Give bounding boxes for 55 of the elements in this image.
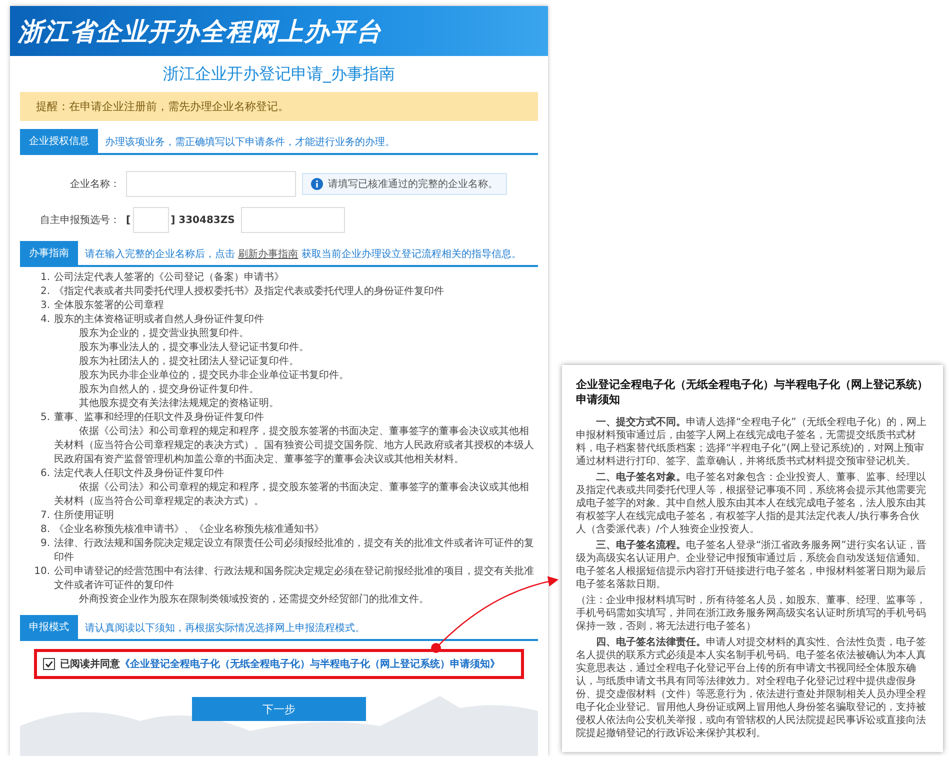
document-paragraph: 一、提交方式不同。申请人选择“全程电子化”（无纸全程电子化）的，网上申报材料预审通过后，由签字人网上在线完成电子签名，无需提交纸质书式材料，电子档案替代纸质档案；选择“半程电子化”(网上登记系统)的，对网上预审通过材料进行打印、签字、盖章确认，并将纸质书式材料提交预审登记机关。: [576, 416, 928, 468]
input-field[interactable]: [126, 171, 296, 197]
item-number: 8.: [39, 523, 50, 537]
item-text: 法定代表人任职文件及身份证件复印件: [54, 467, 225, 481]
checkbox[interactable]: [43, 658, 55, 670]
item-text: 公司法定代表人签署的《公司登记（备案）申请书》: [54, 271, 285, 285]
item-note: 其他股东提交有关法律法规规定的资格证明。: [78, 397, 280, 411]
item-number: 9.: [39, 537, 50, 551]
item-note: 依据《公司法》和公司章程的规定和程序，提交股东签署的书面决定、董事签字的董事会决议或其他相关材料（应当符合公司章程规定的表决方式）。: [54, 481, 530, 509]
item-text: 《指定代表或者共同委托代理人授权委托书》及指定代表或委托代理人的身份证件复印件: [54, 285, 445, 299]
notice-banner: 提醒：在申请企业注册前，需先办理企业名称登记。: [20, 92, 538, 121]
item-note: 股东为企业的，提交营业执照复印件。: [78, 327, 250, 341]
item-number: 5.: [39, 411, 50, 425]
field-label: 自主申报预选号：: [39, 214, 120, 227]
next-button[interactable]: 下一步: [192, 697, 366, 721]
item-note: 股东为民办非企业单位的，提交民办非企业单位证书复印件。: [78, 369, 350, 383]
bracket-text: [: [126, 214, 131, 226]
input-field[interactable]: [240, 207, 345, 233]
item-note: 股东为事业法人的，提交事业法人登记证书复印件。: [78, 341, 310, 355]
item-number: 10.: [34, 565, 50, 579]
agreement-link[interactable]: 《企业登记全程电子化（无纸全程电子化）与半程电子化（网上登记系统）申请须知》: [120, 659, 500, 670]
item-text: 法律、行政法规和国务院决定规定设立有限责任公司必须报经批准的，提交有关的批准文件或者许可证件的复印件: [54, 537, 535, 565]
page-title: 浙江企业开办登记申请_办事指南: [162, 63, 396, 85]
document-title: 企业登记全程电子化（无纸全程电子化）与半程电子化（网上登记系统）申请须知: [576, 377, 929, 407]
item-number: 1.: [39, 271, 50, 285]
section-hint: 请在输入完整的企业名称后，点击 刷新办事指南 获取当前企业办理设立登记流程相关的指导信息。: [84, 248, 522, 262]
section-hint: 请认真阅读以下须知，再根据实际情况选择网上申报流程模式。: [84, 622, 365, 636]
info-icon: [311, 178, 323, 190]
item-text: 全体股东签署的公司章程: [54, 299, 165, 313]
document-paragraph: （注：企业申报材料填写时，所有待签名人员，如股东、董事、经理、监事等，手机号码需如实填写，并同在浙江政务服务网高级实名认证时所填写的手机号码保持一致，否则，将无法进行电子签名）: [576, 594, 927, 633]
document-paragraph: 三、电子签名流程。电子签名人登录“浙江省政务服务网”进行实名认证，晋级为高级实名认证用户。企业登记申报预审通过后，系统会自动发送短信通知。电子签名人根据短信提示内容打开链接进行电子签名，申报材料签署日期为最后电子签名落款日期。: [576, 539, 928, 591]
item-note: 外商投资企业作为股东在限制类领域投资的，还需提交外经贸部门的批准文件。: [78, 593, 430, 607]
site-title: 浙江省企业开办全程网上办平台: [18, 16, 382, 48]
item-text: 住所使用证明: [54, 509, 115, 523]
item-note: 股东为自然人的，提交身份证件复印件。: [78, 383, 260, 397]
item-number: 2.: [39, 285, 50, 299]
input-field[interactable]: [132, 207, 169, 233]
field-label: 企业名称：: [69, 178, 120, 191]
agreement-text: 已阅读并同意《企业登记全程电子化（无纸全程电子化）与半程电子化（网上登记系统）申请须知》: [60, 657, 500, 671]
document-paragraph: 四、电子签名法律责任。申请人对提交材料的真实性、合法性负责，电子签名人提供的联系方式必须是本人实名制手机号码。电子签名依法被确认为本人真实意思表达，通过全程电子化登记平台上传的所有申请文书视同经全体股东确认，与纸质申请文书具有同等法律效力。对全程电子化登记过程中提供虚假身份、提交虚假材料（文件）等恶意行为，依法进行查处并限制相关人员办理全程电子化企业登记。冒用他人身份证或网上冒用他人身份签名骗取登记的，支持被侵权人依法向公安机关举报，或向有管辖权的人民法院提起民事诉讼或直接向法院提起撤销登记的行政诉讼来保护其权利。: [576, 636, 927, 740]
item-text: 董事、监事和经理的任职文件及身份证件复印件: [54, 411, 265, 425]
item-text: 《企业名称预先核准申请书》、《企业名称预先核准通知书》: [54, 523, 325, 537]
item-number: 3.: [39, 299, 50, 313]
item-number: 7.: [39, 509, 50, 523]
item-text: 股东的主体资格证明或者自然人身份证件复印件: [54, 313, 265, 327]
item-note: 依据《公司法》和公司章程的规定和程序，提交股东签署的书面决定、董事签字的董事会决议或其他相关材料（应当符合公司章程规定的表决方式）。国有独资公司提交国务院、地方人民政府或者其授权的本级人民政府国有资产监督管理机构加盖公章的书面决定、董事签字的董事会决议或其他相关材料。: [54, 425, 535, 467]
item-number: 6.: [39, 467, 50, 481]
section-hint: 办理该项业务，需正确填写以下申请条件，才能进行业务的办理。: [104, 136, 395, 150]
refresh-guide-link[interactable]: 刷新办事指南: [238, 249, 298, 260]
item-text: 公司申请登记的经营范围中有法律、行政法规和国务院决定规定必须在登记前报经批准的项目，提交有关批准文件或者许可证件的复印件: [54, 565, 535, 593]
item-number: 4.: [39, 313, 50, 327]
tip-text: 请填写已核准通过的完整的企业名称。: [328, 178, 498, 191]
item-note: 股东为社团法人的，提交社团法人登记证复印件。: [78, 355, 300, 369]
document-paragraph: 二、电子签名对象。电子签名对象包含：企业投资人、董事、监事、经理以及指定代表或共同委托代理人等，根据登记事项不同，系统将会提示其他需要完成电子签字的对象。其中自然人股东由其本人在线完成电子签名，法人股东由其有权签字人在线完成电子签名，有权签字人指的是其法定代表人/执行事务合伙人（含委派代表）/个人独资企业投资人。: [576, 471, 927, 536]
code-prefix: ] 330483ZS: [170, 214, 235, 226]
